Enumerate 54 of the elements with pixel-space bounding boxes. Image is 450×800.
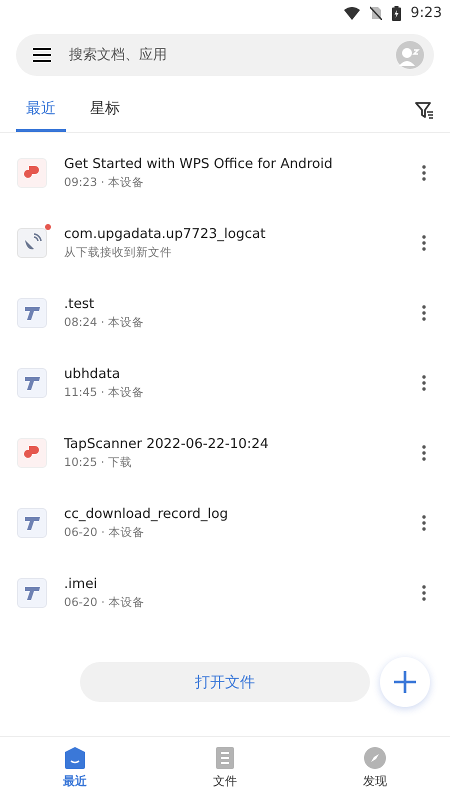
file-row[interactable]: com.upgadata.up7723_logcat 从下载接收到新文件 xyxy=(0,208,450,278)
text-file-icon xyxy=(17,578,47,608)
file-name: .imei xyxy=(64,576,98,592)
more-icon[interactable] xyxy=(422,165,426,181)
more-icon[interactable] xyxy=(422,235,426,251)
file-row[interactable]: Get Started with WPS Office for Android 09:23 · 本设备 xyxy=(0,138,450,208)
file-row[interactable]: TapScanner 2022-06-22-10:24 10:25 · 下载 xyxy=(0,418,450,488)
search-bar[interactable]: 搜索文档、应用 xyxy=(16,34,434,76)
file-meta: 09:23 · 本设备 xyxy=(64,175,146,190)
satellite-dish-icon xyxy=(17,228,47,258)
file-meta: 08:24 · 本设备 xyxy=(64,315,146,330)
pdf-file-icon xyxy=(17,438,47,468)
file-name: Get Started with WPS Office for Android xyxy=(64,156,334,172)
pdf-file-icon xyxy=(17,158,47,188)
file-name: .test xyxy=(64,296,96,312)
file-meta: 10:25 · 下载 xyxy=(64,455,134,470)
more-icon[interactable] xyxy=(422,375,426,391)
status-time: 9:23 xyxy=(410,5,442,21)
more-icon[interactable] xyxy=(422,585,426,601)
nav-item[interactable]: 最近 xyxy=(0,737,150,800)
file-name: com.upgadata.up7723_logcat xyxy=(64,226,267,242)
file-name: cc_download_record_log xyxy=(64,506,230,522)
more-icon[interactable] xyxy=(422,515,426,531)
open-file-button[interactable]: 打开文件 xyxy=(80,662,370,702)
tab[interactable]: 最近 xyxy=(16,88,66,132)
nav-item[interactable]: 文件 xyxy=(150,737,300,800)
file-row[interactable]: ubhdata 11:45 · 本设备 xyxy=(0,348,450,418)
file-name: TapScanner 2022-06-22-10:24 xyxy=(64,436,270,452)
add-button[interactable] xyxy=(380,657,430,707)
compass-icon xyxy=(364,747,386,769)
file-meta: 11:45 · 本设备 xyxy=(64,385,146,400)
file-meta: 06-20 · 本设备 xyxy=(64,595,146,610)
filter-icon[interactable] xyxy=(414,100,434,120)
text-file-icon xyxy=(17,368,47,398)
home-icon xyxy=(65,747,85,769)
search-field[interactable]: 搜索文档、应用 xyxy=(67,46,380,64)
file-meta: 从下载接收到新文件 xyxy=(64,245,173,260)
text-file-icon xyxy=(17,298,47,328)
wifi-icon xyxy=(344,6,360,20)
file-row[interactable]: cc_download_record_log 06-20 · 本设备 xyxy=(0,488,450,558)
more-icon[interactable] xyxy=(422,305,426,321)
file-meta: 06-20 · 本设备 xyxy=(64,525,146,540)
more-icon[interactable] xyxy=(422,445,426,461)
plus-icon xyxy=(394,671,416,693)
no-sim-icon xyxy=(370,6,382,20)
text-file-icon xyxy=(17,508,47,538)
file-name: ubhdata xyxy=(64,366,122,382)
menu-icon[interactable] xyxy=(33,48,51,62)
file-row[interactable]: .test 08:24 · 本设备 xyxy=(0,278,450,348)
document-icon xyxy=(216,747,234,769)
tab[interactable]: 星标 xyxy=(80,88,130,132)
battery-icon xyxy=(392,6,401,20)
file-row[interactable]: .imei 06-20 · 本设备 xyxy=(0,558,450,628)
nav-item[interactable]: 发现 xyxy=(300,737,450,800)
